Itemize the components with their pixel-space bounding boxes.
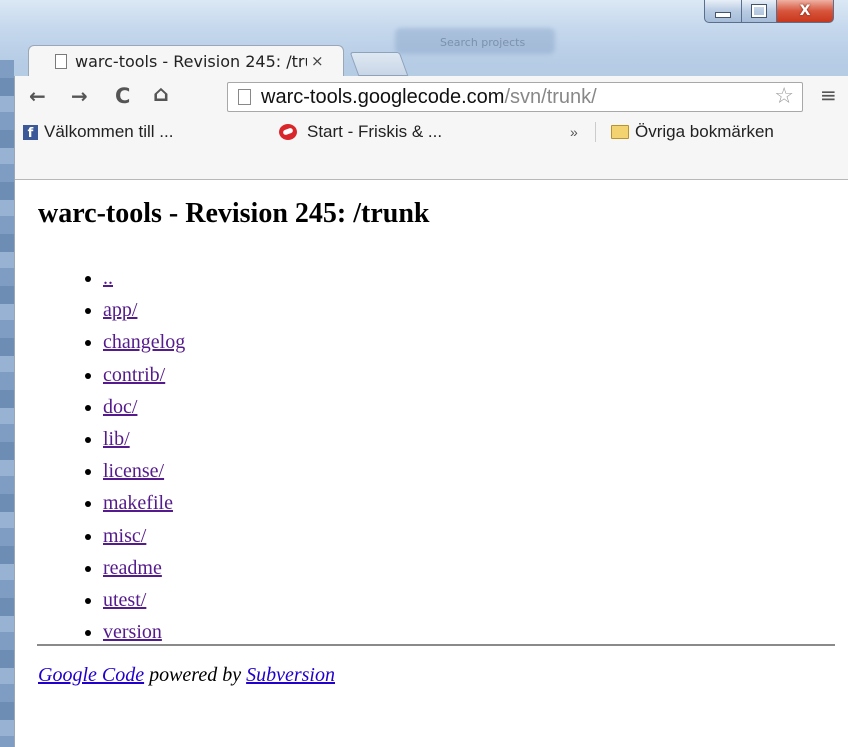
page-info-icon[interactable] bbox=[238, 89, 251, 105]
google-code-link[interactable]: Google Code bbox=[38, 664, 144, 686]
bookmark-star-icon[interactable]: ☆ bbox=[774, 84, 794, 109]
tab-title: warc-tools - Revision 245: /trunk bbox=[75, 51, 307, 71]
directory-entry-link[interactable]: readme bbox=[103, 557, 162, 579]
directory-entry-link[interactable]: license/ bbox=[103, 460, 164, 482]
list-item: .. bbox=[103, 262, 185, 294]
list-item: license/ bbox=[103, 455, 185, 487]
window-controls: X bbox=[704, 0, 834, 23]
list-item: utest/ bbox=[103, 584, 185, 616]
maximize-icon bbox=[751, 4, 767, 18]
bookmarks-separator bbox=[595, 122, 596, 142]
url-host: warc-tools.googlecode.com bbox=[261, 85, 505, 108]
facebook-icon: f bbox=[23, 124, 38, 140]
hamburger-menu-icon[interactable]: ≡ bbox=[820, 83, 837, 107]
horizontal-rule bbox=[37, 644, 835, 646]
close-icon: X bbox=[799, 3, 811, 19]
tab-close-icon[interactable]: × bbox=[311, 52, 324, 70]
bookmarks-bar: f Välkommen till ... Start - Friskis & .… bbox=[15, 116, 848, 148]
directory-entry-link[interactable]: utest/ bbox=[103, 589, 146, 611]
list-item: readme bbox=[103, 552, 185, 584]
new-tab-button[interactable] bbox=[349, 52, 409, 76]
subversion-link[interactable]: Subversion bbox=[246, 664, 335, 686]
active-tab[interactable]: warc-tools - Revision 245: /trunk × bbox=[28, 45, 344, 76]
list-item: misc/ bbox=[103, 520, 185, 552]
directory-entry-link[interactable]: makefile bbox=[103, 492, 173, 514]
directory-listing: .. app/changelog contrib/doc/lib/license/m… bbox=[75, 262, 185, 648]
list-item: app/ bbox=[103, 294, 185, 326]
home-icon[interactable]: ⌂ bbox=[153, 82, 169, 107]
directory-entry-link[interactable]: contrib/ bbox=[103, 364, 165, 386]
window-left-border bbox=[0, 60, 14, 747]
page-document-icon bbox=[55, 53, 67, 69]
other-bookmarks-label: Övriga bokmärken bbox=[635, 122, 774, 141]
directory-entry-link[interactable]: .. bbox=[103, 267, 113, 289]
bookmarks-overflow-icon[interactable]: » bbox=[570, 124, 578, 140]
maximize-button[interactable] bbox=[742, 0, 777, 23]
bookmark-friskis[interactable]: Start - Friskis & ... bbox=[279, 122, 442, 142]
reload-icon[interactable]: C bbox=[115, 84, 130, 108]
toolbar: ← → C ⌂ warc-tools.googlecode.com/svn/tr… bbox=[15, 76, 848, 116]
bookmark-valkommen[interactable]: f Välkommen till ... bbox=[23, 122, 173, 142]
directory-entry-link[interactable]: version bbox=[103, 621, 162, 643]
minimize-button[interactable] bbox=[704, 0, 742, 23]
list-item: makefile bbox=[103, 487, 185, 519]
directory-entry-link[interactable]: app/ bbox=[103, 299, 137, 321]
page-title: warc-tools - Revision 245: /trunk bbox=[38, 198, 430, 229]
back-arrow-icon[interactable]: ← bbox=[29, 84, 46, 108]
footer-text: powered by bbox=[144, 664, 247, 686]
close-window-button[interactable]: X bbox=[777, 0, 834, 23]
directory-entry-link[interactable]: changelog bbox=[103, 331, 185, 353]
footer: Google Code powered by Subversion bbox=[38, 664, 335, 687]
bookmark-label: Välkommen till ... bbox=[44, 122, 174, 141]
browser-chrome: ← → C ⌂ warc-tools.googlecode.com/svn/tr… bbox=[14, 76, 848, 180]
directory-entry-link[interactable]: doc/ bbox=[103, 396, 137, 418]
minimize-icon bbox=[715, 12, 731, 18]
blurred-background-text: Search projects bbox=[440, 36, 526, 49]
list-item: changelog bbox=[103, 326, 185, 358]
friskis-icon bbox=[279, 124, 297, 140]
directory-entry-link[interactable]: lib/ bbox=[103, 428, 130, 450]
url-path: /svn/trunk/ bbox=[504, 85, 597, 108]
forward-arrow-icon[interactable]: → bbox=[71, 84, 88, 108]
list-item: doc/ bbox=[103, 391, 185, 423]
bookmark-label: Start - Friskis & ... bbox=[307, 122, 443, 141]
folder-icon bbox=[611, 125, 629, 139]
directory-entry-link[interactable]: misc/ bbox=[103, 525, 146, 547]
other-bookmarks[interactable]: Övriga bokmärken bbox=[611, 122, 774, 142]
list-item: lib/ bbox=[103, 423, 185, 455]
address-bar[interactable]: warc-tools.googlecode.com/svn/trunk/ ☆ bbox=[227, 82, 803, 112]
list-item: contrib/ bbox=[103, 359, 185, 391]
page-content: warc-tools - Revision 245: /trunk .. app/… bbox=[14, 180, 848, 747]
